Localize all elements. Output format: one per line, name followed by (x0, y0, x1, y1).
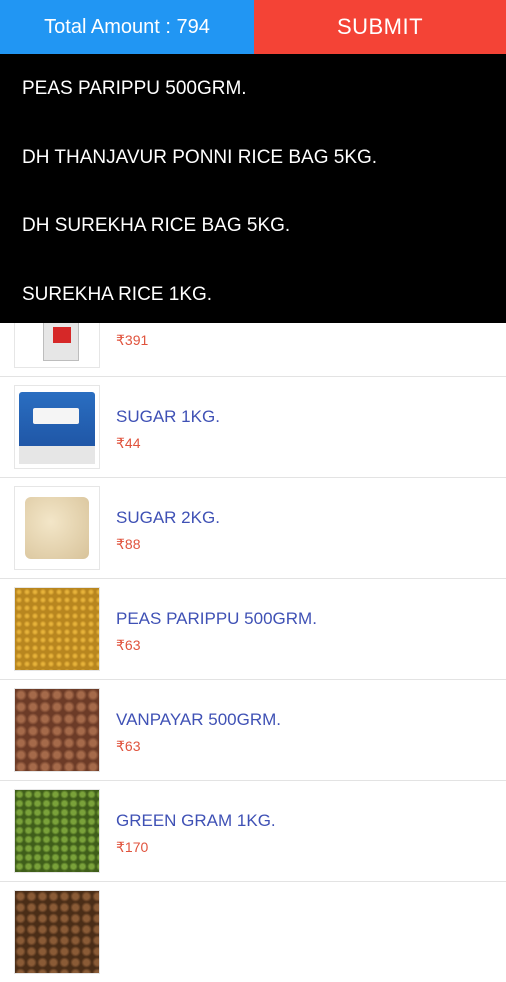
product-name: SUGAR 1KG. (116, 407, 220, 426)
product-price: ₹63 (116, 738, 141, 754)
total-amount: Total Amount : 794 (0, 0, 254, 54)
product-image (14, 688, 100, 772)
product-image (14, 385, 100, 469)
product-image (14, 890, 100, 974)
product-image (14, 789, 100, 873)
cart-item[interactable]: SUREKHA RICE 1KG. (22, 284, 212, 306)
product-price: ₹170 (116, 839, 149, 855)
product-name: GREEN GRAM 1KG. (116, 811, 276, 830)
product-price: ₹63 (116, 637, 141, 653)
product-price: ₹391 (116, 332, 149, 348)
cart-items-dropdown: PEAS PARIPPU 500GRM. DH THANJAVUR PONNI … (0, 54, 506, 323)
product-row[interactable]: PEAS PARIPPU 500GRM. ₹63 (0, 579, 506, 680)
product-image (14, 486, 100, 570)
product-list: ₹391 SUGAR 1KG. ₹44 SUGAR 2KG. ₹88 PEAS … (0, 310, 506, 982)
product-name: SUGAR 2KG. (116, 508, 220, 527)
product-row[interactable]: SUGAR 1KG. ₹44 (0, 377, 506, 478)
product-image (14, 587, 100, 671)
product-price: ₹44 (116, 435, 141, 451)
product-name: VANPAYAR 500GRM. (116, 710, 282, 729)
product-row[interactable] (0, 882, 506, 982)
product-row[interactable]: VANPAYAR 500GRM. ₹63 (0, 680, 506, 781)
product-price: ₹88 (116, 536, 141, 552)
cart-item[interactable]: DH THANJAVUR PONNI RICE BAG 5KG. (22, 147, 377, 169)
cart-item[interactable]: PEAS PARIPPU 500GRM. (22, 78, 247, 100)
submit-button[interactable]: SUBMIT (254, 0, 506, 54)
product-name: PEAS PARIPPU 500GRM. (116, 609, 317, 628)
product-row[interactable]: SUGAR 2KG. ₹88 (0, 478, 506, 579)
product-row[interactable]: GREEN GRAM 1KG. ₹170 (0, 781, 506, 882)
top-bar: Total Amount : 794 SUBMIT (0, 0, 506, 54)
cart-item[interactable]: DH SUREKHA RICE BAG 5KG. (22, 215, 290, 237)
